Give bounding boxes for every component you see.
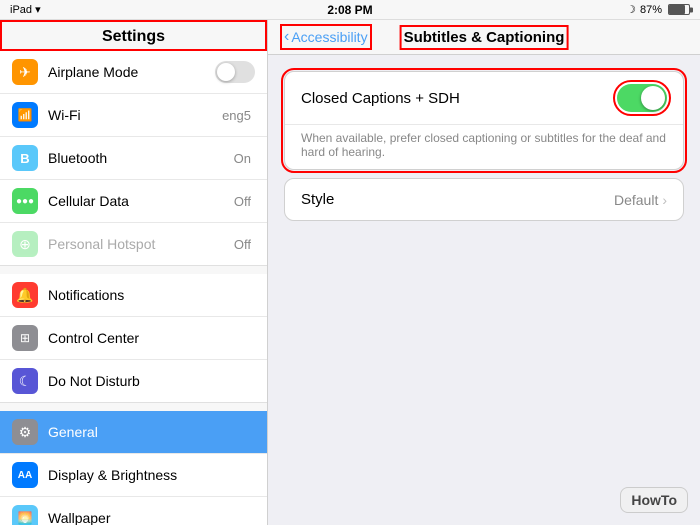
bluetooth-icon: B — [12, 145, 38, 171]
battery-label: 87% — [640, 4, 662, 16]
sidebar-item-wifi[interactable]: 📶 Wi-Fi eng5 — [0, 94, 267, 137]
wallpaper-icon: 🌅 — [12, 505, 38, 525]
sidebar-item-hotspot[interactable]: ⊕ Personal Hotspot Off — [0, 223, 267, 265]
back-chevron-icon: ‹ — [284, 28, 289, 46]
status-left: iPad ▾ — [10, 3, 41, 16]
sidebar-section-1: ✈ Airplane Mode 📶 Wi-Fi eng5 B Bluetooth… — [0, 51, 267, 266]
ipad-label: iPad ▾ — [10, 3, 41, 16]
howto-watermark: HowTo — [620, 487, 688, 513]
cellular-value: Off — [234, 194, 251, 209]
cellular-label: Cellular Data — [48, 193, 234, 209]
notifications-label: Notifications — [48, 287, 255, 303]
donotdisturb-icon: ☾ — [12, 368, 38, 394]
general-icon: ⚙ — [12, 419, 38, 445]
airplane-toggle[interactable] — [215, 61, 255, 83]
sidebar-item-controlcenter[interactable]: ⊞ Control Center — [0, 317, 267, 360]
display-label: Display & Brightness — [48, 467, 255, 483]
controlcenter-icon: ⊞ — [12, 325, 38, 351]
sidebar-item-notifications[interactable]: 🔔 Notifications — [0, 274, 267, 317]
sidebar-section-2: 🔔 Notifications ⊞ Control Center ☾ Do No… — [0, 274, 267, 403]
sidebar-item-general[interactable]: ⚙ General — [0, 411, 267, 454]
hotspot-value: Off — [234, 237, 251, 252]
moon-icon: ☽ — [626, 3, 636, 16]
status-right: ☽ 87% — [626, 3, 690, 16]
status-time: 2:08 PM — [327, 3, 372, 17]
closed-captions-label: Closed Captions + SDH — [301, 90, 617, 107]
sidebar-item-bluetooth[interactable]: B Bluetooth On — [0, 137, 267, 180]
cellular-icon: ●●● — [12, 188, 38, 214]
airplane-icon: ✈ — [12, 59, 38, 85]
content-title: Subtitles & Captioning — [404, 29, 565, 46]
sidebar-item-donotdisturb[interactable]: ☾ Do Not Disturb — [0, 360, 267, 402]
back-label: Accessibility — [291, 29, 367, 45]
closed-captions-row: Closed Captions + SDH — [285, 72, 683, 125]
style-value: Default — [614, 192, 658, 208]
content-body: Closed Captions + SDH When available, pr… — [268, 55, 700, 525]
closed-captions-description: When available, prefer closed captioning… — [285, 125, 683, 169]
style-row[interactable]: Style Default › — [285, 179, 683, 220]
style-label: Style — [301, 191, 614, 208]
closed-captions-card: Closed Captions + SDH When available, pr… — [284, 71, 684, 170]
main-layout: Settings ✈ Airplane Mode 📶 Wi-Fi eng5 B … — [0, 20, 700, 525]
controlcenter-label: Control Center — [48, 330, 255, 346]
wifi-icon: 📶 — [12, 102, 38, 128]
hotspot-icon: ⊕ — [12, 231, 38, 257]
sidebar-item-wallpaper[interactable]: 🌅 Wallpaper — [0, 497, 267, 525]
wifi-label: Wi-Fi — [48, 107, 222, 123]
content-header: ‹ Accessibility Subtitles & Captioning — [268, 20, 700, 55]
donotdisturb-label: Do Not Disturb — [48, 373, 255, 389]
battery-icon — [668, 4, 690, 15]
airplane-label: Airplane Mode — [48, 64, 215, 80]
bluetooth-label: Bluetooth — [48, 150, 234, 166]
bluetooth-value: On — [234, 151, 251, 166]
style-card: Style Default › — [284, 178, 684, 221]
sidebar: Settings ✈ Airplane Mode 📶 Wi-Fi eng5 B … — [0, 20, 268, 525]
sidebar-header: Settings — [0, 20, 267, 51]
sidebar-item-cellular[interactable]: ●●● Cellular Data Off — [0, 180, 267, 223]
sidebar-item-display[interactable]: AA Display & Brightness — [0, 454, 267, 497]
display-icon: AA — [12, 462, 38, 488]
sidebar-list: ✈ Airplane Mode 📶 Wi-Fi eng5 B Bluetooth… — [0, 51, 267, 525]
hotspot-label: Personal Hotspot — [48, 236, 234, 252]
content-panel: ‹ Accessibility Subtitles & Captioning C… — [268, 20, 700, 525]
status-bar: iPad ▾ 2:08 PM ☽ 87% — [0, 0, 700, 20]
notifications-icon: 🔔 — [12, 282, 38, 308]
back-button[interactable]: ‹ Accessibility — [284, 28, 368, 46]
sidebar-item-airplane[interactable]: ✈ Airplane Mode — [0, 51, 267, 94]
sidebar-title: Settings — [102, 28, 165, 45]
general-label: General — [48, 424, 255, 440]
sidebar-section-3: ⚙ General AA Display & Brightness 🌅 Wall… — [0, 411, 267, 525]
wifi-value: eng5 — [222, 108, 251, 123]
wallpaper-label: Wallpaper — [48, 510, 255, 525]
closed-captions-toggle[interactable] — [617, 84, 667, 112]
style-chevron-icon: › — [662, 192, 667, 208]
